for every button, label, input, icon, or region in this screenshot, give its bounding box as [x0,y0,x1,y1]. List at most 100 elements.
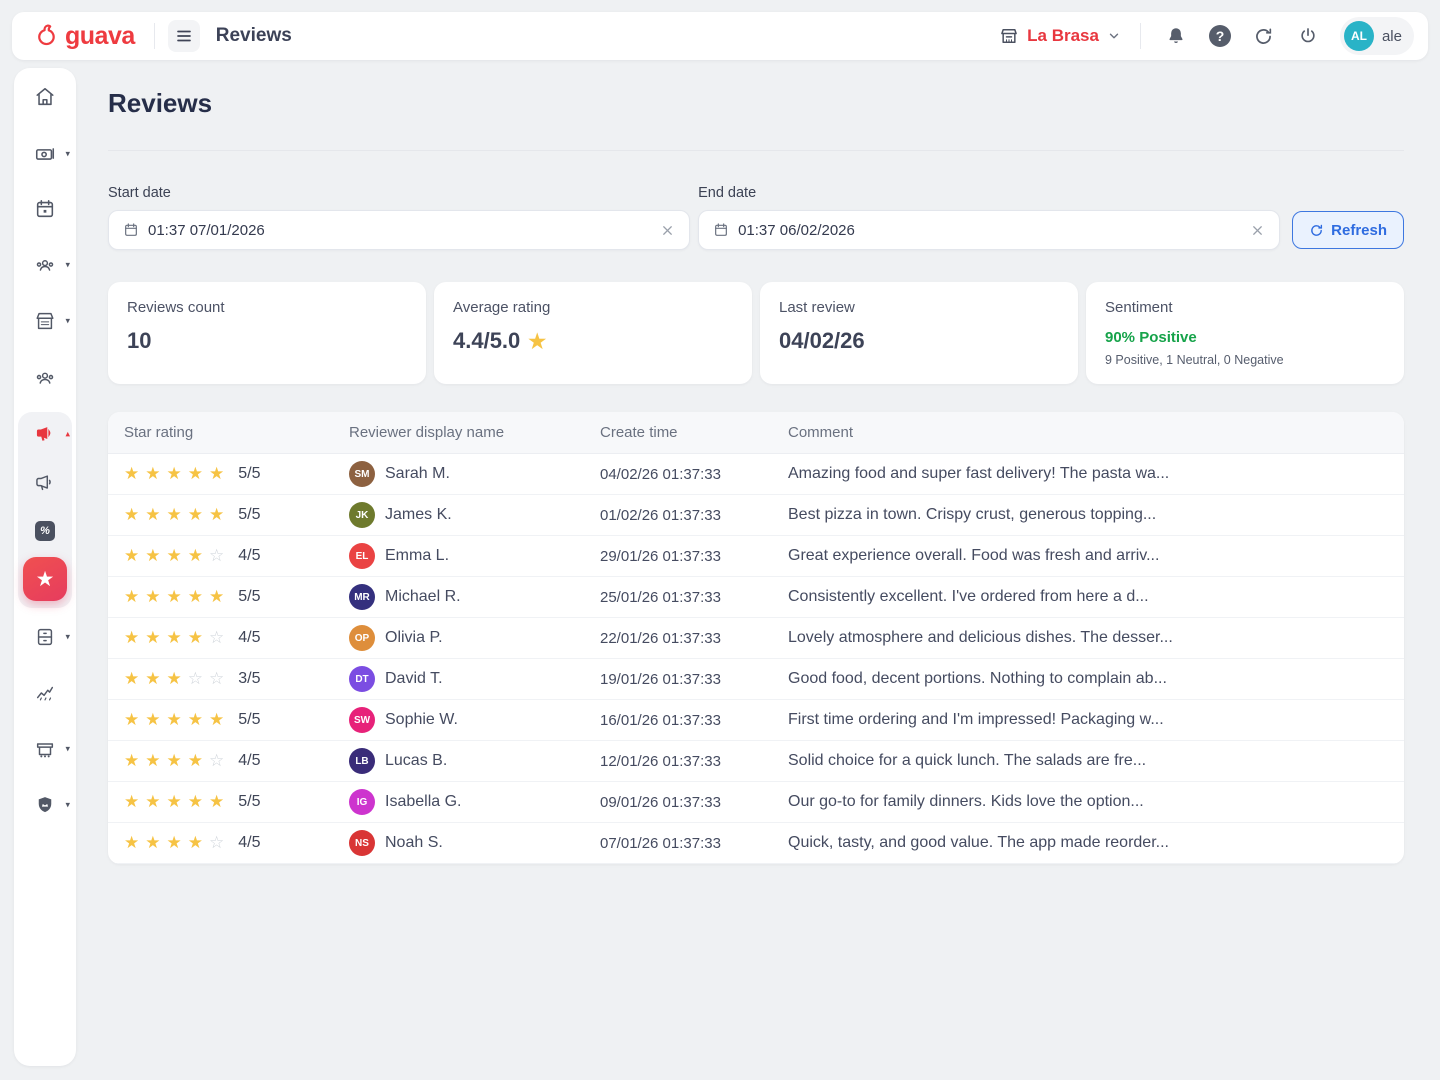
guava-fruit-icon [32,22,60,50]
venue-icon [34,310,56,332]
sidebar-item-home[interactable] [21,77,69,117]
divider [154,23,155,49]
star-filled-icon: ★ [124,752,139,770]
refresh-button[interactable]: Refresh [1292,211,1404,249]
star-rating: ★★★★☆ [124,629,230,648]
sidebar-item-payments[interactable]: ▾ [21,134,69,174]
review-comment: Consistently excellent. I've ordered fro… [772,588,1404,606]
user-name: ale [1382,28,1402,45]
sidebar-item-analytics[interactable] [21,673,69,713]
caret-down-icon: ▾ [65,149,70,160]
reviewer-avatar: JK [349,502,375,528]
clear-end-date-icon[interactable] [1250,223,1265,238]
star-filled-icon: ★ [188,834,203,852]
review-create-time: 16/01/26 01:37:33 [584,712,772,729]
star-filled-icon: ★ [124,547,139,565]
reviewer-name: Noah S. [385,834,443,852]
reviews-table: Star rating Reviewer display name Create… [108,412,1404,864]
star-filled-icon: ★ [167,629,182,647]
star-filled-icon: ★ [124,629,139,647]
megaphone-icon [34,423,56,445]
star-filled-icon: ★ [124,834,139,852]
last-review-label: Last review [779,299,1059,316]
table-row[interactable]: ★★★☆☆ 3/5 DT David T. 19/01/26 01:37:33 … [108,659,1404,700]
brand-wordmark: guava [65,22,135,51]
sidebar-item-staff[interactable] [21,358,69,398]
analytics-icon [34,682,56,704]
last-review-card: Last review 04/02/26 [760,282,1078,384]
star-icon: ★ [528,329,546,354]
table-row[interactable]: ★★★★★ 5/5 IG Isabella G. 09/01/26 01:37:… [108,782,1404,823]
star-rating-label: 5/5 [238,793,260,811]
sidebar-item-reviews[interactable]: ★ [23,557,67,601]
sidebar-item-announcements[interactable] [21,463,69,503]
sidebar-item-storage[interactable]: ▾ [21,617,69,657]
user-avatar: AL [1344,21,1374,51]
reviewer-avatar: SM [349,461,375,487]
start-date-input[interactable]: 01:37 07/01/2026 [108,210,690,250]
review-comment: Best pizza in town. Crispy crust, genero… [772,506,1404,524]
sidebar-item-marketing[interactable]: ▴ [21,414,69,454]
star-empty-icon: ☆ [209,547,224,565]
caret-down-icon: ▾ [65,260,70,271]
help-icon[interactable]: ? [1201,17,1239,55]
star-icon: ★ [36,569,55,590]
clear-start-date-icon[interactable] [660,223,675,238]
star-empty-icon: ☆ [209,752,224,770]
review-comment: Lovely atmosphere and delicious dishes. … [772,629,1404,647]
start-date-value: 01:37 07/01/2026 [148,222,651,239]
reviewer-name: Lucas B. [385,752,447,770]
sidebar-item-calendar[interactable] [21,189,69,229]
end-date-input[interactable]: 01:37 06/02/2026 [698,210,1280,250]
star-filled-icon: ★ [145,834,160,852]
table-row[interactable]: ★★★★★ 5/5 JK James K. 01/02/26 01:37:33 … [108,495,1404,536]
table-row[interactable]: ★★★★☆ 4/5 NS Noah S. 07/01/26 01:37:33 Q… [108,823,1404,864]
brand-logo[interactable]: guava [26,22,141,51]
sentiment-label: Sentiment [1105,299,1385,316]
end-date-field: End date 01:37 06/02/2026 [698,185,1280,250]
caret-down-icon: ▾ [65,632,70,643]
star-empty-icon: ☆ [209,629,224,647]
sidebar-item-discounts[interactable]: % [21,511,69,551]
sidebar-item-pos-store[interactable]: ▾ [21,729,69,769]
power-icon[interactable] [1289,17,1327,55]
sync-icon[interactable] [1245,17,1283,55]
review-comment: Amazing food and super fast delivery! Th… [772,465,1404,483]
topbar-title: Reviews [216,25,292,47]
restaurant-selector[interactable]: La Brasa [993,26,1127,46]
table-row[interactable]: ★★★★☆ 4/5 OP Olivia P. 22/01/26 01:37:33… [108,618,1404,659]
reviewer-name: James K. [385,506,452,524]
calendar-icon [123,222,139,238]
star-rating: ★★★★☆ [124,752,230,771]
table-row[interactable]: ★★★★★ 5/5 MR Michael R. 25/01/26 01:37:3… [108,577,1404,618]
star-filled-icon: ★ [124,670,139,688]
sidebar-item-security[interactable]: ▾ [21,785,69,825]
table-row[interactable]: ★★★★★ 5/5 SW Sophie W. 16/01/26 01:37:33… [108,700,1404,741]
average-rating-label: Average rating [453,299,733,316]
star-filled-icon: ★ [167,670,182,688]
sidebar-item-venue[interactable]: ▾ [21,301,69,341]
table-row[interactable]: ★★★★☆ 4/5 LB Lucas B. 12/01/26 01:37:33 … [108,741,1404,782]
end-date-label: End date [698,185,1280,201]
star-filled-icon: ★ [145,670,160,688]
star-filled-icon: ★ [188,629,203,647]
bell-icon[interactable] [1157,17,1195,55]
sidebar-item-customers[interactable]: ▾ [21,245,69,285]
reviews-count-card: Reviews count 10 [108,282,426,384]
reviewer-name: Isabella G. [385,793,461,811]
table-row[interactable]: ★★★★★ 5/5 SM Sarah M. 04/02/26 01:37:33 … [108,454,1404,495]
table-header-row: Star rating Reviewer display name Create… [108,412,1404,454]
star-filled-icon: ★ [167,547,182,565]
user-menu[interactable]: AL ale [1340,17,1414,55]
star-filled-icon: ★ [209,588,224,606]
star-filled-icon: ★ [145,711,160,729]
reviewer-avatar: IG [349,789,375,815]
star-filled-icon: ★ [145,506,160,524]
column-header-comment: Comment [772,424,1404,441]
reviewer-name: Sarah M. [385,465,450,483]
menu-icon[interactable] [168,20,200,52]
end-date-value: 01:37 06/02/2026 [738,222,1241,239]
star-filled-icon: ★ [124,711,139,729]
table-row[interactable]: ★★★★☆ 4/5 EL Emma L. 29/01/26 01:37:33 G… [108,536,1404,577]
star-filled-icon: ★ [209,506,224,524]
